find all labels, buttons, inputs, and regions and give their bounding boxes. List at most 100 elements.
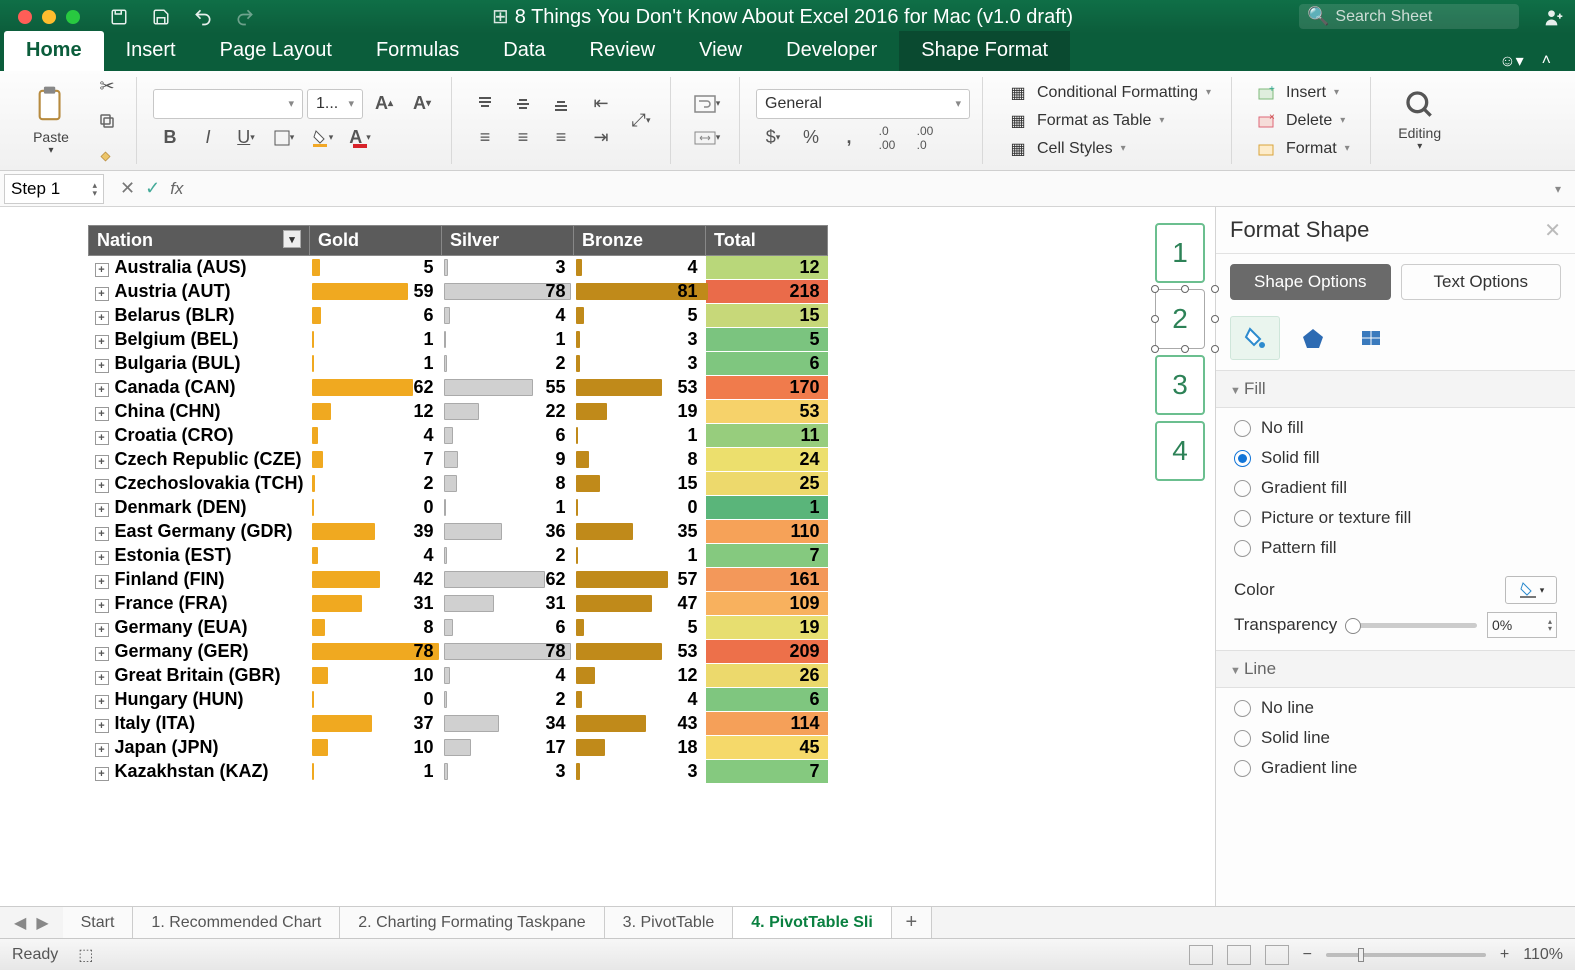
bold-button[interactable]: B bbox=[153, 123, 187, 153]
indent-right-icon[interactable]: ⇥ bbox=[584, 123, 618, 153]
cell-styles-button[interactable]: ▦Cell Styles ▾ bbox=[1007, 138, 1211, 160]
expand-icon[interactable]: + bbox=[95, 647, 109, 661]
sheet-tab[interactable]: Start bbox=[63, 907, 134, 938]
col-header-gold[interactable]: Gold bbox=[310, 226, 442, 256]
expand-icon[interactable]: + bbox=[95, 623, 109, 637]
comma-icon[interactable]: , bbox=[832, 123, 866, 153]
slicer-step-4[interactable]: 4 bbox=[1155, 421, 1205, 481]
expand-icon[interactable]: + bbox=[95, 527, 109, 541]
table-row[interactable]: +Bulgaria (BUL) 1 2 3 6 bbox=[89, 352, 828, 376]
number-format-select[interactable]: General▾ bbox=[756, 89, 970, 119]
table-row[interactable]: +Germany (EUA) 8 6 5 19 bbox=[89, 616, 828, 640]
table-row[interactable]: +Denmark (DEN) 0 1 0 1 bbox=[89, 496, 828, 520]
table-row[interactable]: +Estonia (EST) 4 2 1 7 bbox=[89, 544, 828, 568]
zoom-dot[interactable] bbox=[66, 10, 80, 24]
cut-icon[interactable]: ✂ bbox=[90, 72, 124, 102]
sheet-tab[interactable]: 3. PivotTable bbox=[605, 907, 734, 938]
table-row[interactable]: +Finland (FIN) 42 62 57 161 bbox=[89, 568, 828, 592]
table-row[interactable]: +Belarus (BLR) 6 4 5 15 bbox=[89, 304, 828, 328]
slicer-step-3[interactable]: 3 bbox=[1155, 355, 1205, 415]
formula-input[interactable] bbox=[195, 174, 1541, 204]
table-row[interactable]: +Kazakhstan (KAZ) 1 3 3 7 bbox=[89, 760, 828, 784]
worksheet-area[interactable]: Nation▾GoldSilverBronzeTotal +Australia … bbox=[0, 207, 1155, 906]
expand-icon[interactable]: + bbox=[95, 311, 109, 325]
table-row[interactable]: +China (CHN) 12 22 19 53 bbox=[89, 400, 828, 424]
align-bottom-icon[interactable] bbox=[544, 89, 578, 119]
fill-option-solid-fill[interactable]: Solid fill bbox=[1234, 448, 1557, 468]
font-select[interactable]: ▾ bbox=[153, 89, 303, 119]
undo-icon[interactable] bbox=[190, 4, 216, 30]
search-input[interactable] bbox=[1335, 8, 1505, 26]
expand-formula-icon[interactable]: ▾ bbox=[1541, 182, 1575, 196]
indent-left-icon[interactable]: ⇤ bbox=[584, 89, 618, 119]
expand-icon[interactable]: + bbox=[95, 335, 109, 349]
font-color-button[interactable]: A▾ bbox=[343, 123, 377, 153]
fill-section-header[interactable]: Fill bbox=[1216, 370, 1575, 408]
merge-icon[interactable]: ▾ bbox=[687, 123, 727, 153]
minimize-dot[interactable] bbox=[42, 10, 56, 24]
table-row[interactable]: +Hungary (HUN) 0 2 4 6 bbox=[89, 688, 828, 712]
emoji-icon[interactable]: ☺▾ bbox=[1499, 51, 1523, 71]
slicer-step-2[interactable]: 2 bbox=[1155, 289, 1205, 349]
page-layout-view-icon[interactable] bbox=[1227, 945, 1251, 965]
line-section-header[interactable]: Line bbox=[1216, 650, 1575, 688]
table-row[interactable]: +France (FRA) 31 31 47 109 bbox=[89, 592, 828, 616]
currency-icon[interactable]: $▾ bbox=[756, 123, 790, 153]
table-row[interactable]: +Canada (CAN) 62 55 53 170 bbox=[89, 376, 828, 400]
ribbon-tab-review[interactable]: Review bbox=[568, 31, 678, 71]
ribbon-tab-page-layout[interactable]: Page Layout bbox=[198, 31, 354, 71]
close-pane-icon[interactable]: ✕ bbox=[1544, 218, 1561, 243]
fill-option-picture-or-texture-fill[interactable]: Picture or texture fill bbox=[1234, 508, 1557, 528]
format-painter-icon[interactable] bbox=[90, 140, 124, 170]
table-row[interactable]: +Great Britain (GBR) 10 4 12 26 bbox=[89, 664, 828, 688]
align-left-icon[interactable]: ≡ bbox=[468, 123, 502, 153]
shape-options-tab[interactable]: Shape Options bbox=[1230, 264, 1391, 300]
sheet-tab[interactable]: 1. Recommended Chart bbox=[133, 907, 340, 938]
normal-view-icon[interactable] bbox=[1189, 945, 1213, 965]
line-option-gradient-line[interactable]: Gradient line bbox=[1234, 758, 1557, 778]
search-box[interactable]: 🔍 bbox=[1299, 4, 1519, 29]
accept-formula-icon[interactable]: ✓ bbox=[145, 178, 160, 199]
align-center-icon[interactable]: ≡ bbox=[506, 123, 540, 153]
expand-icon[interactable]: + bbox=[95, 767, 109, 781]
ribbon-tab-home[interactable]: Home bbox=[4, 31, 104, 71]
col-header-bronze[interactable]: Bronze bbox=[574, 226, 706, 256]
fill-option-no-fill[interactable]: No fill bbox=[1234, 418, 1557, 438]
name-box[interactable]: Step 1▴▾ bbox=[4, 174, 104, 204]
col-header-silver[interactable]: Silver bbox=[442, 226, 574, 256]
prev-sheet-icon[interactable]: ◀ bbox=[14, 913, 26, 933]
close-dot[interactable] bbox=[18, 10, 32, 24]
text-options-tab[interactable]: Text Options bbox=[1401, 264, 1562, 300]
line-option-solid-line[interactable]: Solid line bbox=[1234, 728, 1557, 748]
expand-icon[interactable]: + bbox=[95, 383, 109, 397]
expand-icon[interactable]: + bbox=[95, 671, 109, 685]
save2-icon[interactable] bbox=[148, 4, 174, 30]
underline-button[interactable]: U▾ bbox=[229, 123, 263, 153]
page-break-view-icon[interactable] bbox=[1265, 945, 1289, 965]
ribbon-tab-insert[interactable]: Insert bbox=[104, 31, 198, 71]
ribbon-tab-shape-format[interactable]: Shape Format bbox=[899, 31, 1070, 71]
orientation-icon[interactable]: ⤢▾ bbox=[624, 106, 658, 136]
dec-decimal-icon[interactable]: .00.0 bbox=[908, 123, 942, 153]
expand-icon[interactable]: + bbox=[95, 695, 109, 709]
expand-icon[interactable]: + bbox=[95, 503, 109, 517]
effects-icon[interactable] bbox=[1288, 316, 1338, 360]
ribbon-tab-view[interactable]: View bbox=[677, 31, 764, 71]
expand-icon[interactable]: + bbox=[95, 287, 109, 301]
fill-color-button[interactable]: ▾ bbox=[305, 123, 339, 153]
table-row[interactable]: +Croatia (CRO) 4 6 1 11 bbox=[89, 424, 828, 448]
font-size-select[interactable]: 1...▾ bbox=[307, 89, 363, 119]
expand-icon[interactable]: + bbox=[95, 479, 109, 493]
wrap-text-icon[interactable]: ▾ bbox=[687, 89, 727, 119]
table-row[interactable]: +Italy (ITA) 37 34 43 114 bbox=[89, 712, 828, 736]
table-row[interactable]: +East Germany (GDR) 39 36 35 110 bbox=[89, 520, 828, 544]
redo-icon[interactable] bbox=[232, 4, 258, 30]
table-row[interactable]: +Germany (GER) 78 78 53 209 bbox=[89, 640, 828, 664]
fx-icon[interactable]: fx bbox=[170, 179, 183, 199]
fill-line-icon[interactable] bbox=[1230, 316, 1280, 360]
zoom-slider[interactable] bbox=[1326, 953, 1486, 957]
table-row[interactable]: +Austria (AUT) 59 78 81 218 bbox=[89, 280, 828, 304]
sheet-tab[interactable]: 2. Charting Formating Taskpane bbox=[340, 907, 604, 938]
expand-icon[interactable]: + bbox=[95, 551, 109, 565]
expand-icon[interactable]: + bbox=[95, 407, 109, 421]
